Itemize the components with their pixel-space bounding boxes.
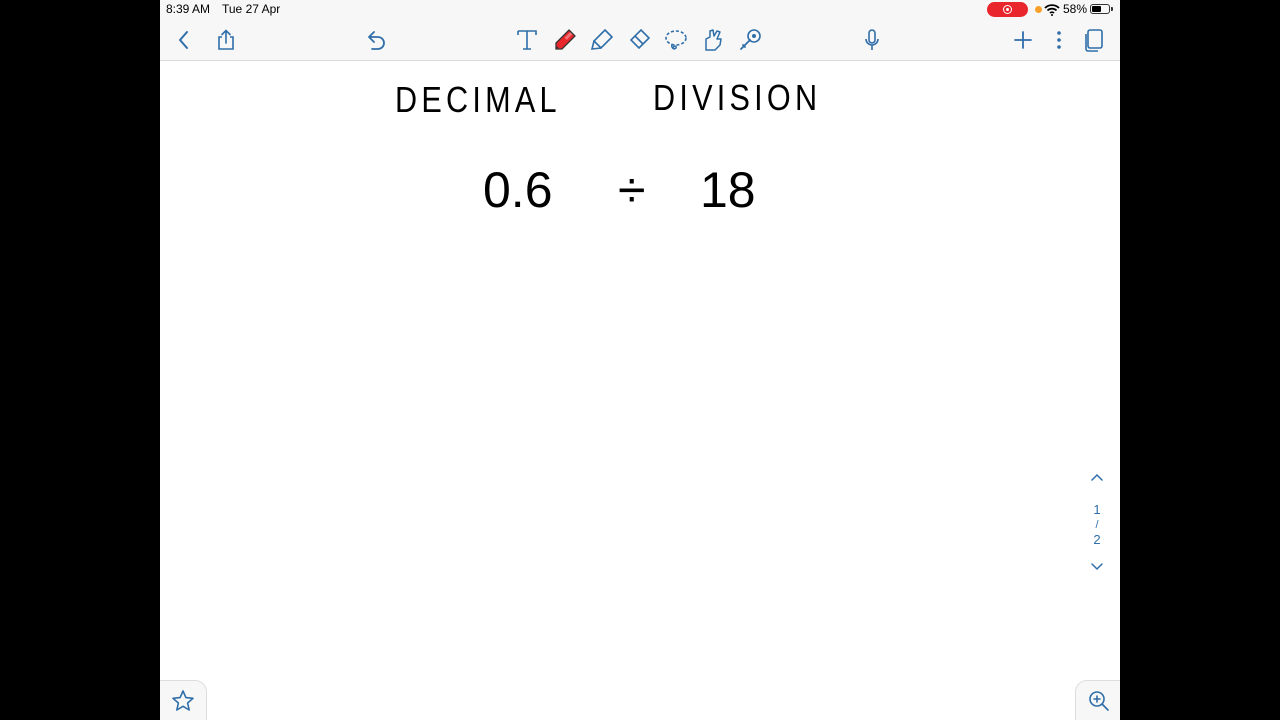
share-button[interactable] <box>212 26 240 54</box>
favorite-button[interactable] <box>160 680 207 720</box>
microphone-icon <box>865 29 879 50</box>
page-indicator: 1 / 2 <box>1085 470 1109 580</box>
page-separator: / <box>1095 519 1099 531</box>
back-button[interactable] <box>170 26 198 54</box>
toolbar <box>160 20 1120 61</box>
add-page-button[interactable] <box>1009 26 1037 54</box>
status-time: 8:39 AM <box>166 2 211 16</box>
text-tool-icon <box>517 30 537 50</box>
laser-pointer-button[interactable] <box>736 26 764 54</box>
add-icon <box>1014 31 1032 49</box>
more-icon <box>1057 31 1061 49</box>
back-icon <box>179 31 188 49</box>
eraser-icon <box>629 28 651 50</box>
handwritten-division-sign: ÷ <box>618 162 646 218</box>
more-options-button[interactable] <box>1045 26 1073 54</box>
current-page-number: 1 <box>1093 502 1101 517</box>
record-icon <box>1003 5 1012 14</box>
star-icon <box>172 690 194 711</box>
pages-icon <box>1085 29 1103 52</box>
chevron-up-icon <box>1091 473 1103 481</box>
shapes-tool-button[interactable] <box>699 26 727 54</box>
handwritten-title-decimal: DECIMAL <box>395 79 561 120</box>
lasso-tool-button[interactable] <box>662 26 690 54</box>
app-screen: 8:39 AM Tue 27 Apr 58% DECIMAL DIVISION … <box>160 0 1120 720</box>
lasso-icon <box>665 30 687 50</box>
battery-percentage: 58% <box>1063 2 1088 16</box>
note-canvas[interactable]: DECIMAL DIVISION 0.6 ÷ 18 <box>160 61 1120 720</box>
battery-nub <box>1111 7 1113 11</box>
laser-pointer-icon <box>740 29 761 50</box>
page-down-button[interactable] <box>1085 560 1109 580</box>
highlighter-icon <box>590 28 614 50</box>
status-bar: 8:39 AM Tue 27 Apr 58% <box>160 0 1120 20</box>
share-icon <box>218 29 234 50</box>
pen-tool-button[interactable] <box>551 26 579 54</box>
pen-icon <box>555 29 576 50</box>
eraser-tool-button[interactable] <box>625 26 653 54</box>
zoom-in-icon <box>1089 691 1109 711</box>
undo-button[interactable] <box>362 26 390 54</box>
highlighter-tool-button[interactable] <box>588 26 616 54</box>
microphone-in-use-dot <box>1035 6 1042 13</box>
handwritten-dividend: 0.6 <box>483 162 553 218</box>
pages-button[interactable] <box>1080 26 1108 54</box>
battery-level <box>1092 6 1101 12</box>
zoom-button[interactable] <box>1075 680 1120 720</box>
undo-icon <box>368 31 385 50</box>
battery-icon <box>1090 4 1110 14</box>
handwritten-divisor: 18 <box>700 162 756 218</box>
total-pages-number: 2 <box>1093 532 1101 547</box>
page-up-button[interactable] <box>1085 470 1109 490</box>
screen-recording-indicator[interactable] <box>987 2 1028 17</box>
microphone-button[interactable] <box>858 26 886 54</box>
text-tool-button[interactable] <box>513 26 541 54</box>
status-date: Tue 27 Apr <box>222 2 281 16</box>
handwritten-title-division: DIVISION <box>653 77 822 118</box>
wifi-icon <box>1044 4 1060 16</box>
chevron-down-icon <box>1091 563 1103 571</box>
shapes-icon <box>705 29 722 51</box>
